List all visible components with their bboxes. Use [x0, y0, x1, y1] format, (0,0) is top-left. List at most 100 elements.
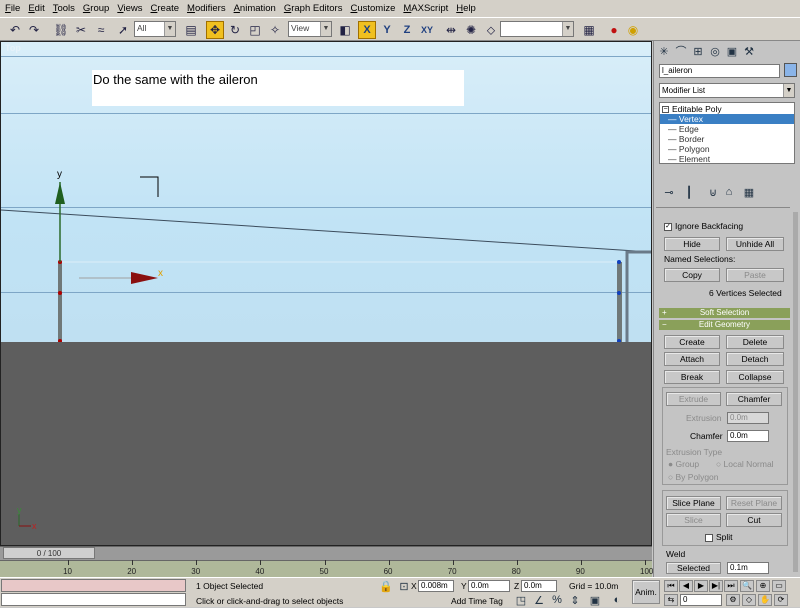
time-config-icon[interactable]: ⚙	[726, 594, 740, 606]
time-slider[interactable]: 0 / 100	[3, 547, 95, 559]
menu-maxscript[interactable]: MAXScript	[400, 3, 453, 14]
quick-render-icon[interactable]: ◉	[624, 21, 642, 39]
reset-plane-button[interactable]: Reset Plane	[726, 496, 782, 510]
select-link-icon[interactable]: ⛓	[52, 21, 70, 39]
create-button[interactable]: Create	[664, 335, 720, 349]
ref-coord-dropdown[interactable]: View ▼	[288, 21, 332, 37]
spinner-snap-icon[interactable]: ⇕	[567, 592, 583, 608]
unhide-all-button[interactable]: Unhide All	[726, 237, 784, 251]
menu-graph-editors[interactable]: Graph Editors	[281, 3, 348, 14]
paste-button[interactable]: Paste	[726, 268, 784, 282]
select-object-icon[interactable]: ➚	[114, 21, 132, 39]
split-checkbox[interactable]: Split	[705, 532, 733, 542]
extrusion-spinner[interactable]: 0.0m	[727, 412, 769, 424]
chamfer-spinner[interactable]: 0.0m	[727, 430, 769, 442]
detach-button[interactable]: Detach	[726, 352, 784, 366]
y-coordinate-field[interactable]: 0.0m	[468, 580, 510, 592]
stack-item-border[interactable]: — Border	[668, 134, 704, 144]
group-radio[interactable]: ● Group	[668, 459, 699, 469]
go-to-end-icon[interactable]: ⏭	[724, 580, 738, 592]
menu-modifiers[interactable]: Modifiers	[184, 3, 231, 14]
x-coordinate-field[interactable]: 0.008m	[418, 580, 454, 592]
undo-icon[interactable]: ↶	[6, 21, 24, 39]
hierarchy-tab-icon[interactable]: ⊞	[690, 43, 706, 59]
redo-icon[interactable]: ↷	[25, 21, 43, 39]
play-icon[interactable]: ▶	[694, 580, 708, 592]
render-scene-icon[interactable]: ●	[605, 21, 623, 39]
utilities-tab-icon[interactable]: ⚒	[741, 43, 757, 59]
menu-tools[interactable]: Tools	[50, 3, 80, 14]
cut-button[interactable]: Cut	[726, 513, 782, 527]
field-of-view-icon[interactable]: ◇	[742, 594, 756, 606]
lock-icon[interactable]: 🔒	[378, 578, 394, 594]
stack-item-vertex[interactable]: — Vertex	[660, 114, 794, 124]
slice-button[interactable]: Slice	[666, 513, 721, 527]
pan-icon[interactable]: ✋	[758, 594, 772, 606]
copy-button[interactable]: Copy	[664, 268, 720, 282]
absolute-mode-icon[interactable]: ⊡	[396, 578, 412, 594]
object-name-field[interactable]: l_aileron	[659, 64, 780, 78]
arc-rotate-icon[interactable]: ⟳	[774, 594, 788, 606]
select-by-name-icon[interactable]: ▤	[182, 21, 200, 39]
create-tab-icon[interactable]: ✳	[656, 43, 672, 59]
ignore-backfacing-checkbox[interactable]: ✓ Ignore Backfacing	[664, 221, 743, 231]
weld-threshold-spinner[interactable]: 0.1m	[727, 562, 769, 574]
object-color-swatch[interactable]	[784, 63, 797, 77]
manipulate-icon[interactable]: ✧	[266, 21, 284, 39]
previous-frame-icon[interactable]: ◀	[679, 580, 693, 592]
viewport-top[interactable]: Top Do the same with the aileron y x y x	[0, 41, 652, 546]
zoom-all-icon[interactable]: ⊕	[756, 580, 770, 592]
move-gizmo[interactable]	[55, 182, 158, 284]
menu-file[interactable]: File	[2, 3, 25, 14]
motion-tab-icon[interactable]: ◎	[707, 43, 723, 59]
stack-item-editable-poly[interactable]: − Editable Poly	[662, 104, 722, 114]
modifier-stack[interactable]: − Editable Poly — Vertex — Edge — Border …	[659, 102, 795, 164]
next-frame-icon[interactable]: ▶|	[709, 580, 723, 592]
stack-item-element[interactable]: — Element	[668, 154, 710, 164]
named-selection-dropdown[interactable]: ▼	[500, 21, 574, 37]
attach-button[interactable]: Attach	[664, 352, 720, 366]
remove-modifier-icon[interactable]: ⌂	[721, 184, 737, 200]
add-time-tag[interactable]: Add Time Tag	[451, 596, 503, 606]
pivot-center-icon[interactable]: ◧	[336, 21, 354, 39]
angle-snap-icon[interactable]: ∠	[531, 592, 547, 608]
weld-selected-button[interactable]: Selected	[666, 562, 721, 574]
edit-geometry-rollout[interactable]: − Edit Geometry	[659, 320, 790, 330]
maxscript-listener[interactable]	[1, 579, 186, 592]
window-crossing-icon[interactable]: ▣	[587, 592, 603, 608]
menu-edit[interactable]: Edit	[25, 3, 49, 14]
auto-key-button[interactable]: Anim.	[632, 580, 660, 604]
menu-help[interactable]: Help	[453, 3, 481, 14]
menu-create[interactable]: Create	[148, 3, 185, 14]
key-mode-icon[interactable]: ⇆	[664, 594, 678, 606]
local-normal-radio[interactable]: ○ Local Normal	[716, 459, 774, 469]
mirror-icon[interactable]: ⇹	[442, 21, 460, 39]
chamfer-button[interactable]: Chamfer	[726, 392, 782, 406]
menu-group[interactable]: Group	[80, 3, 114, 14]
unlink-icon[interactable]: ✂	[72, 21, 90, 39]
configure-sets-icon[interactable]: ▦	[741, 184, 757, 200]
menu-customize[interactable]: Customize	[347, 3, 400, 14]
stack-item-edge[interactable]: — Edge	[668, 124, 699, 134]
material-editor-icon[interactable]: ▦	[580, 21, 598, 39]
show-end-result-icon[interactable]: ┃	[681, 184, 697, 200]
soft-selection-rollout[interactable]: + Soft Selection	[659, 308, 790, 318]
collapse-button[interactable]: Collapse	[726, 370, 784, 384]
menu-animation[interactable]: Animation	[231, 3, 281, 14]
axis-xy-button[interactable]: XY	[418, 21, 436, 39]
zoom-icon[interactable]: 🔍	[740, 580, 754, 592]
make-unique-icon[interactable]: ⊍	[705, 184, 721, 200]
delete-button[interactable]: Delete	[726, 335, 784, 349]
percent-snap-icon[interactable]: %	[549, 592, 565, 608]
pin-stack-icon[interactable]: ⊸	[661, 184, 677, 200]
zoom-extents-icon[interactable]: ▭	[772, 580, 786, 592]
axis-z-button[interactable]: Z	[398, 21, 416, 39]
slice-plane-button[interactable]: Slice Plane	[666, 496, 721, 510]
modify-tab-icon[interactable]: ⌒	[673, 43, 689, 59]
select-rotate-icon[interactable]: ↻	[226, 21, 244, 39]
select-move-icon[interactable]: ✥	[206, 21, 224, 39]
align-icon[interactable]: ✺	[462, 21, 480, 39]
bind-space-warp-icon[interactable]: ≈	[92, 21, 110, 39]
current-frame-field[interactable]: 0	[680, 594, 722, 606]
go-to-start-icon[interactable]: ⏮	[664, 580, 678, 592]
